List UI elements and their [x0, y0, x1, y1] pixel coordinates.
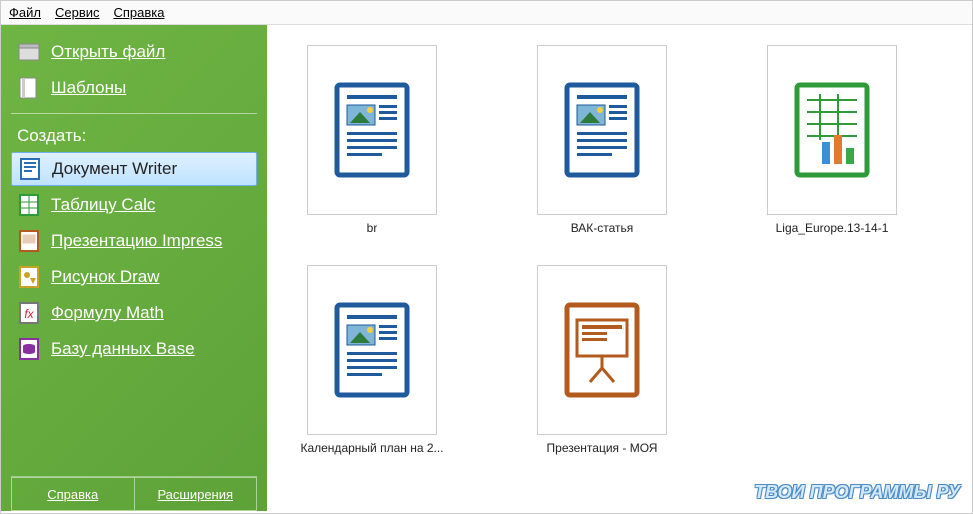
main-area: Открыть файл Шаблоны Создать: Документ W…	[1, 25, 972, 511]
file-name: Liga_Europe.13-14-1	[776, 221, 889, 235]
sidebar-item-label: Формулу Math	[51, 303, 164, 323]
draw-icon	[17, 265, 41, 289]
content-wrap: br ВАК-статья Liga_Europe.13-14-1 Календарн…	[267, 25, 972, 511]
writer-icon	[18, 157, 42, 181]
file-card[interactable]: Liga_Europe.13-14-1	[757, 45, 907, 235]
base-icon	[17, 337, 41, 361]
sidebar-bottom: Справка Расширения	[11, 476, 257, 511]
calc-icon	[17, 193, 41, 217]
recent-documents: br ВАК-статья Liga_Europe.13-14-1 Календарн…	[267, 25, 972, 475]
file-name: Презентация - МОЯ	[547, 441, 658, 455]
sidebar: Открыть файл Шаблоны Создать: Документ W…	[1, 25, 267, 511]
file-thumbnail	[537, 45, 667, 215]
sidebar-item-label: Таблицу Calc	[51, 195, 155, 215]
svg-text:fx: fx	[24, 307, 34, 321]
sidebar-open-file[interactable]: Открыть файл	[11, 35, 257, 69]
sidebar-item-label: Базу данных Base	[51, 339, 195, 359]
file-card[interactable]: ВАК-статья	[527, 45, 677, 235]
extensions-button[interactable]: Расширения	[134, 477, 258, 511]
file-card[interactable]: br	[297, 45, 447, 235]
file-card[interactable]: Презентация - МОЯ	[527, 265, 677, 455]
sidebar-item-label: Шаблоны	[51, 78, 126, 98]
templates-icon	[17, 76, 41, 100]
sidebar-item-math[interactable]: fx Формулу Math	[11, 296, 257, 330]
sidebar-item-label: Рисунок Draw	[51, 267, 160, 287]
sidebar-item-label: Презентацию Impress	[51, 231, 222, 251]
sidebar-item-impress[interactable]: Презентацию Impress	[11, 224, 257, 258]
sidebar-item-base[interactable]: Базу данных Base	[11, 332, 257, 366]
math-icon: fx	[17, 301, 41, 325]
file-card[interactable]: Календарный план на 2...	[297, 265, 447, 455]
sidebar-item-label: Открыть файл	[51, 42, 165, 62]
sidebar-item-writer[interactable]: Документ Writer	[11, 152, 257, 186]
menubar: Файл Сервис Справка	[1, 1, 972, 25]
impress-icon	[17, 229, 41, 253]
watermark-text: ТВОИ ПРОГРАММЫ РУ	[754, 482, 960, 503]
menu-file[interactable]: Файл	[9, 5, 41, 20]
file-name: ВАК-статья	[571, 221, 634, 235]
file-thumbnail	[537, 265, 667, 435]
menu-tools[interactable]: Сервис	[55, 5, 100, 20]
file-name: br	[367, 221, 378, 235]
sidebar-item-draw[interactable]: Рисунок Draw	[11, 260, 257, 294]
file-name: Календарный план на 2...	[300, 441, 443, 455]
sidebar-item-calc[interactable]: Таблицу Calc	[11, 188, 257, 222]
create-label: Создать:	[17, 126, 251, 146]
help-button[interactable]: Справка	[11, 477, 134, 511]
file-thumbnail	[307, 265, 437, 435]
open-file-icon	[17, 40, 41, 64]
sidebar-item-label: Документ Writer	[52, 159, 177, 179]
sidebar-templates[interactable]: Шаблоны	[11, 71, 257, 105]
file-thumbnail	[307, 45, 437, 215]
file-thumbnail	[767, 45, 897, 215]
sidebar-divider	[11, 113, 257, 114]
menu-help[interactable]: Справка	[114, 5, 165, 20]
